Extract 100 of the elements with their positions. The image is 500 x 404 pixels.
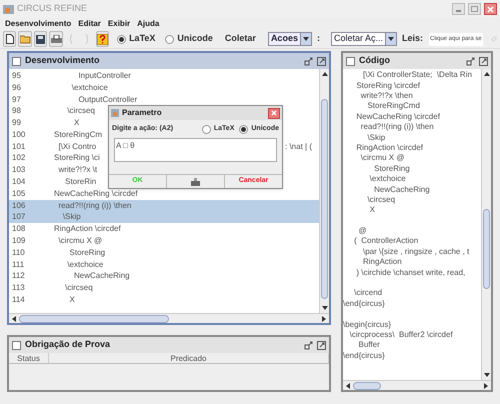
line-number: 114	[11, 294, 26, 306]
code-text: RingAction \circdef	[355, 142, 424, 154]
code-text: \circmu X @	[57, 235, 102, 248]
line-number: 105	[11, 188, 26, 200]
code-text: \circprocess\ Buffer2 \circdef	[348, 329, 453, 341]
scroll-right-icon[interactable]	[484, 382, 488, 388]
colon-label: :	[316, 32, 320, 46]
code-text: RingAction \circdef	[54, 223, 121, 236]
code-text: StoreRing	[373, 162, 410, 175]
window-title: CIRCUS REFINE	[17, 2, 88, 16]
code-text: ( ControllerAction	[353, 235, 418, 248]
code-line[interactable]: 113 \circseq	[9, 282, 319, 294]
code-text: StoreRing \circdef	[355, 80, 420, 92]
code-text: X	[73, 117, 80, 130]
line-number: 104	[11, 176, 26, 188]
line-number: 108	[11, 223, 26, 236]
line-number: 101	[11, 140, 26, 153]
folder-icon	[20, 34, 31, 44]
radio-button[interactable]: Unicode	[165, 32, 213, 46]
scroll-up-icon[interactable]	[484, 72, 490, 76]
menu-item[interactable]: Ajuda	[137, 18, 160, 30]
code-text: RingAction	[362, 256, 402, 268]
menu-item[interactable]: Editar	[78, 18, 101, 30]
window-icon	[346, 56, 355, 66]
code-text: StoreRingCm	[54, 128, 102, 141]
line-number: 109	[11, 235, 26, 248]
code-text: \end{circus}	[343, 350, 385, 362]
code-text: read?!!(ring (i)) \then	[57, 200, 132, 212]
scrollbar-thumb[interactable]	[483, 209, 490, 289]
line-number: 100	[11, 128, 26, 141]
scroll-left-icon[interactable]	[346, 382, 350, 388]
menu-item[interactable]: Desenvolvimento	[5, 18, 72, 30]
collect-label: Coletar	[224, 32, 256, 46]
code-text: StoreRingCmd	[366, 100, 420, 112]
new-file-button[interactable]	[3, 31, 16, 47]
help-icon	[96, 34, 108, 44]
scroll-left-icon[interactable]	[12, 316, 16, 322]
code-line[interactable]: 96 \extchoice	[9, 82, 319, 94]
code-line[interactable]: 105 NewCacheRing \circdef	[9, 188, 319, 200]
close-icon	[487, 6, 494, 12]
code-line[interactable]: 108 RingAction \circdef	[9, 223, 319, 236]
laws-label: Leis:	[402, 32, 423, 46]
maximize-icon[interactable]	[317, 340, 326, 350]
app-icon	[3, 4, 14, 14]
code-text: \circseq	[64, 282, 93, 294]
code-text: \extchoice	[368, 173, 406, 186]
help-button[interactable]	[96, 31, 110, 47]
scrollbar-thumb[interactable]	[321, 99, 328, 299]
collect-dropdown[interactable]: Coletar Aç...	[330, 32, 397, 46]
caret-icon	[388, 37, 394, 41]
line-number: 98	[11, 105, 22, 118]
open-button[interactable]	[18, 31, 32, 47]
code-text: write?!?x \t	[57, 164, 98, 176]
restore-icon[interactable]	[466, 56, 475, 66]
close-button[interactable]	[484, 3, 497, 15]
scrollbar-thumb[interactable]	[353, 382, 381, 390]
code-text: NewCacheRing \circdef	[54, 188, 138, 200]
line-number: 96	[11, 82, 22, 94]
scroll-down-icon[interactable]	[484, 373, 490, 377]
maximize-icon[interactable]	[317, 56, 326, 66]
code-line[interactable]: 114 X	[9, 294, 319, 306]
code-text: [\Xi Contro	[57, 140, 96, 153]
print-button[interactable]	[49, 31, 63, 47]
code-text: \circmu X @	[360, 152, 404, 164]
save-button[interactable]	[34, 31, 48, 47]
restore-icon[interactable]	[304, 340, 313, 350]
window-icon	[12, 340, 21, 350]
code-line[interactable]: 112 NewCacheRing	[9, 270, 319, 282]
code-text: Buffer	[358, 339, 380, 352]
close-button[interactable]	[268, 108, 280, 118]
line-number: 106	[11, 200, 26, 212]
scrollbar-thumb[interactable]	[19, 314, 169, 322]
code-text: \circend	[353, 287, 382, 300]
code-line[interactable]: 110 StoreRing	[9, 246, 319, 259]
restore-icon[interactable]	[304, 56, 313, 66]
code-text: X	[368, 204, 376, 216]
line-number: 97	[11, 94, 22, 106]
bracket-icon	[84, 34, 89, 44]
code-line[interactable]: 109 \circmu X @	[9, 235, 319, 247]
line-number: 110	[11, 246, 26, 259]
code-line[interactable]: 95 InputController	[9, 70, 319, 82]
column-header[interactable]: Predicado	[49, 353, 329, 363]
maximize-icon[interactable]	[479, 56, 488, 66]
actions-dropdown[interactable]: Acoes	[268, 32, 312, 46]
action-input-field[interactable]: A □ θ	[114, 138, 277, 162]
scroll-right-icon[interactable]	[322, 316, 326, 322]
scroll-down-icon[interactable]	[322, 306, 328, 310]
scroll-up-icon[interactable]	[322, 72, 328, 76]
radio-button[interactable]: LaTeX	[117, 32, 156, 46]
window-icon	[12, 56, 21, 66]
menu-item[interactable]: Exibir	[108, 18, 130, 30]
minimize-button[interactable]	[452, 3, 465, 15]
column-header[interactable]: Status	[9, 353, 49, 363]
code-line[interactable]: 111 \extchoice	[9, 258, 319, 271]
code-text: NewCacheRing	[373, 184, 430, 196]
code-text: NewCacheRing \circdef	[355, 110, 440, 123]
code-text: ) \circhide \chanset write, read,	[355, 266, 466, 279]
code-text: \extchoice	[70, 82, 108, 94]
panel-title: Código	[359, 54, 390, 68]
code-line[interactable]: 97 OutputController	[9, 94, 319, 106]
